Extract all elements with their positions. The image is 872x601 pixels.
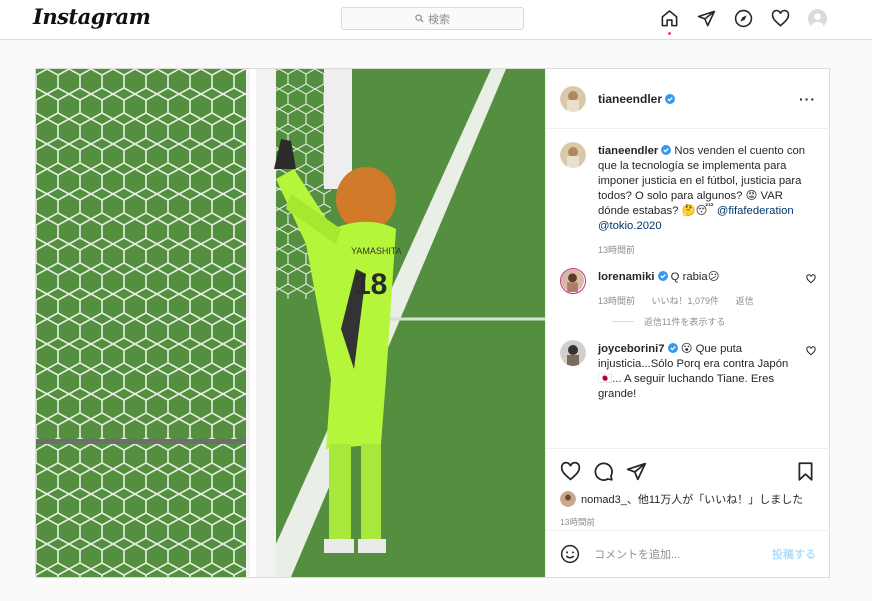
comment-item: joyceborini7 😮 Que puta injusticia...Sól…: [560, 340, 816, 402]
add-comment-bar: コメントを追加... 投稿する: [546, 530, 830, 577]
author-username[interactable]: tianeendler: [598, 92, 662, 106]
reply-button[interactable]: 返信: [736, 296, 754, 306]
jersey-number: 18: [354, 268, 387, 301]
action-row: [560, 459, 816, 483]
goalkeeper-photo: YAMASHITA 18: [36, 69, 545, 577]
mention-link[interactable]: @tokio.2020: [598, 220, 662, 232]
author-avatar[interactable]: [560, 85, 586, 112]
comment-likes[interactable]: いいね！1,079件: [652, 296, 720, 306]
comment-meta: 13時間前 いいね！1,079件 返信: [598, 294, 810, 307]
share-icon[interactable]: [626, 461, 647, 482]
verified-icon: [667, 343, 678, 353]
activity-heart-icon[interactable]: [771, 9, 790, 28]
comment-text: joyceborini7 😮 Que puta injusticia...Sól…: [598, 342, 810, 402]
commenter-avatar[interactable]: [560, 268, 586, 294]
view-replies-button[interactable]: 返信11件を表示する: [612, 315, 816, 328]
bookmark-icon[interactable]: [795, 461, 816, 482]
post-header: tianeendler ···: [546, 69, 830, 129]
comment-input[interactable]: コメントを追加...: [594, 546, 680, 562]
post-sidebar: tianeendler ··· tianeendler Nos venden e…: [545, 69, 830, 577]
search-input[interactable]: 検索: [341, 7, 524, 30]
liker-avatar: [560, 491, 576, 507]
direct-icon[interactable]: [697, 9, 716, 28]
comment-body: Q rabia😕: [670, 271, 720, 283]
comment-like-heart-icon[interactable]: [806, 274, 816, 284]
more-options-icon[interactable]: ···: [799, 91, 816, 107]
instagram-logo[interactable]: Instagram: [33, 4, 151, 29]
comment-item: lorenamiki Q rabia😕 13時間前 いいね！1,079件 返信: [560, 268, 816, 307]
commenter-username[interactable]: joyceborini7: [598, 343, 665, 355]
like-heart-icon[interactable]: [560, 461, 581, 482]
likes-summary[interactable]: nomad3_、他11万人が「いいね！」しました: [560, 491, 816, 507]
verified-icon: [665, 93, 676, 104]
caption-avatar[interactable]: [560, 142, 586, 168]
top-nav: Instagram 検索: [0, 0, 872, 40]
comment-time: 13時間前: [598, 296, 636, 306]
caption-time: 13時間前: [598, 245, 636, 255]
nav-icons: [660, 9, 827, 35]
post-comment-button[interactable]: 投稿する: [772, 546, 816, 562]
mention-link[interactable]: @fifafederation: [717, 205, 794, 217]
emoji-icon[interactable]: [560, 544, 580, 564]
comment-like-heart-icon[interactable]: [806, 346, 816, 356]
verified-icon: [657, 271, 668, 281]
comments-list: tianeendler Nos venden el cuento con que…: [546, 130, 830, 448]
comment-bubble-icon[interactable]: [593, 461, 614, 482]
search-placeholder: 検索: [428, 13, 450, 26]
home-icon[interactable]: [660, 9, 679, 35]
post-actions: nomad3_、他11万人が「いいね！」しました 13時間前: [546, 448, 830, 528]
active-dot: [668, 32, 671, 35]
caption-text: tianeendler Nos venden el cuento con que…: [598, 144, 810, 234]
jersey-name: YAMASHITA: [351, 246, 402, 256]
comment-text: lorenamiki Q rabia😕: [598, 270, 810, 285]
likes-text: nomad3_、他11万人が「いいね！」しました: [581, 494, 804, 506]
post-time: 13時間前: [560, 517, 595, 527]
search-icon: [415, 14, 424, 23]
commenter-username[interactable]: lorenamiki: [598, 271, 655, 283]
caption-username[interactable]: tianeendler: [598, 145, 658, 157]
caption: tianeendler Nos venden el cuento con que…: [560, 142, 816, 256]
explore-icon[interactable]: [734, 9, 753, 28]
post-image[interactable]: YAMASHITA 18: [36, 69, 545, 577]
verified-icon: [661, 145, 672, 155]
profile-avatar[interactable]: [808, 9, 827, 28]
commenter-avatar[interactable]: [560, 340, 586, 366]
post-card: YAMASHITA 18 tianeendler ··· tianeendler: [35, 68, 830, 578]
